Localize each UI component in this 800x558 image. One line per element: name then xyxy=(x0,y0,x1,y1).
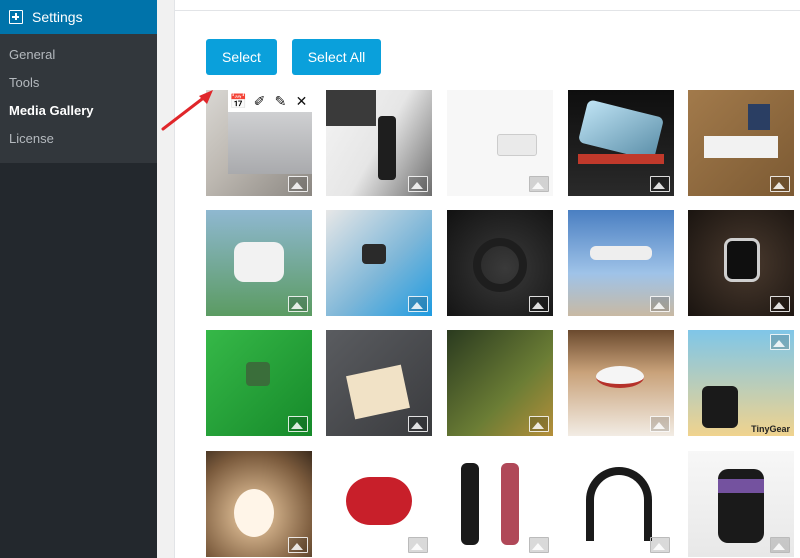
headphone-shape xyxy=(473,238,527,292)
settings-title: Settings xyxy=(32,9,83,25)
laptop-shape xyxy=(326,90,376,126)
admin-sidebar: Settings General Tools Media Gallery Lic… xyxy=(0,0,157,558)
image-icon xyxy=(650,176,670,192)
image-icon xyxy=(650,416,670,432)
media-thumb[interactable] xyxy=(568,451,674,557)
watch-shape xyxy=(724,238,760,282)
robot-vacuum-shape xyxy=(596,366,644,388)
media-thumb[interactable] xyxy=(206,210,312,316)
sidebar-item-general[interactable]: General xyxy=(0,41,157,69)
close-icon[interactable]: ✕ xyxy=(293,92,311,110)
watch-shape xyxy=(362,244,386,264)
lamp-glow xyxy=(718,479,764,493)
settings-submenu: General Tools Media Gallery License xyxy=(0,34,157,163)
select-button[interactable]: Select xyxy=(206,39,277,75)
pencil-icon[interactable]: ✎ xyxy=(272,92,290,110)
image-icon xyxy=(770,537,790,553)
calendar-icon[interactable]: 📅 xyxy=(230,92,248,110)
bunny-lamp-shape xyxy=(234,489,274,537)
settings-menu-header[interactable]: Settings xyxy=(0,0,157,34)
image-icon xyxy=(408,176,428,192)
media-thumb[interactable] xyxy=(447,90,553,196)
image-icon xyxy=(529,416,549,432)
media-thumb[interactable] xyxy=(206,451,312,557)
thumb-toolbar: 📅 ✐ ✎ ✕ xyxy=(228,90,312,112)
media-thumb[interactable] xyxy=(326,451,432,557)
media-thumb[interactable] xyxy=(688,210,794,316)
media-thumb[interactable] xyxy=(447,330,553,436)
headphone-shape xyxy=(586,467,652,541)
image-icon xyxy=(529,296,549,312)
phone-red-edge xyxy=(578,154,664,164)
sidebar-item-media-gallery[interactable]: Media Gallery xyxy=(0,97,157,125)
sidebar-item-tools[interactable]: Tools xyxy=(0,69,157,97)
media-thumb[interactable] xyxy=(206,330,312,436)
device-shape xyxy=(497,134,537,156)
drone-shape xyxy=(590,246,652,260)
drone-camera-shape xyxy=(234,242,284,282)
band-shape xyxy=(501,463,519,545)
settings-icon xyxy=(9,10,23,24)
media-thumb[interactable] xyxy=(326,90,432,196)
laptop-lid xyxy=(228,112,312,174)
image-icon xyxy=(650,537,670,553)
watch-shape xyxy=(702,386,738,428)
gallery-panel: Select Select All 📅 ✐ ✎ ✕ TinyGear xyxy=(174,10,800,558)
select-all-button[interactable]: Select All xyxy=(292,39,381,75)
media-thumb[interactable] xyxy=(568,210,674,316)
image-icon xyxy=(770,176,790,192)
media-thumb[interactable] xyxy=(568,330,674,436)
keyboard-shape xyxy=(704,136,778,158)
sidebar-item-license[interactable]: License xyxy=(0,125,157,153)
mouse-shape xyxy=(346,477,412,525)
media-thumb[interactable] xyxy=(326,330,432,436)
media-thumb[interactable] xyxy=(688,451,794,557)
top-panel-edge xyxy=(174,0,800,10)
dropper-icon[interactable]: ✐ xyxy=(251,92,269,110)
watch-shape xyxy=(378,116,396,180)
red-arrow-annotation xyxy=(161,90,213,131)
image-icon xyxy=(288,416,308,432)
image-icon xyxy=(770,334,790,350)
media-thumb[interactable] xyxy=(568,90,674,196)
band-shape xyxy=(461,463,479,545)
image-icon xyxy=(650,296,670,312)
image-icon xyxy=(408,416,428,432)
image-icon xyxy=(288,296,308,312)
media-thumb[interactable] xyxy=(447,210,553,316)
media-thumb[interactable] xyxy=(326,210,432,316)
watch-shape xyxy=(246,362,270,386)
media-thumb[interactable]: 📅 ✐ ✎ ✕ xyxy=(206,90,312,196)
notebook-shape xyxy=(748,104,770,130)
image-icon xyxy=(288,537,308,553)
image-icon xyxy=(408,537,428,553)
media-thumb[interactable] xyxy=(688,90,794,196)
media-thumb[interactable] xyxy=(447,451,553,557)
image-icon xyxy=(529,537,549,553)
watermark: TinyGear xyxy=(751,424,790,434)
image-icon xyxy=(529,176,549,192)
image-icon xyxy=(770,296,790,312)
image-icon xyxy=(288,176,308,192)
main-content: Select Select All 📅 ✐ ✎ ✕ TinyGear xyxy=(157,0,800,558)
media-thumb[interactable]: TinyGear xyxy=(688,330,794,436)
image-icon xyxy=(408,296,428,312)
